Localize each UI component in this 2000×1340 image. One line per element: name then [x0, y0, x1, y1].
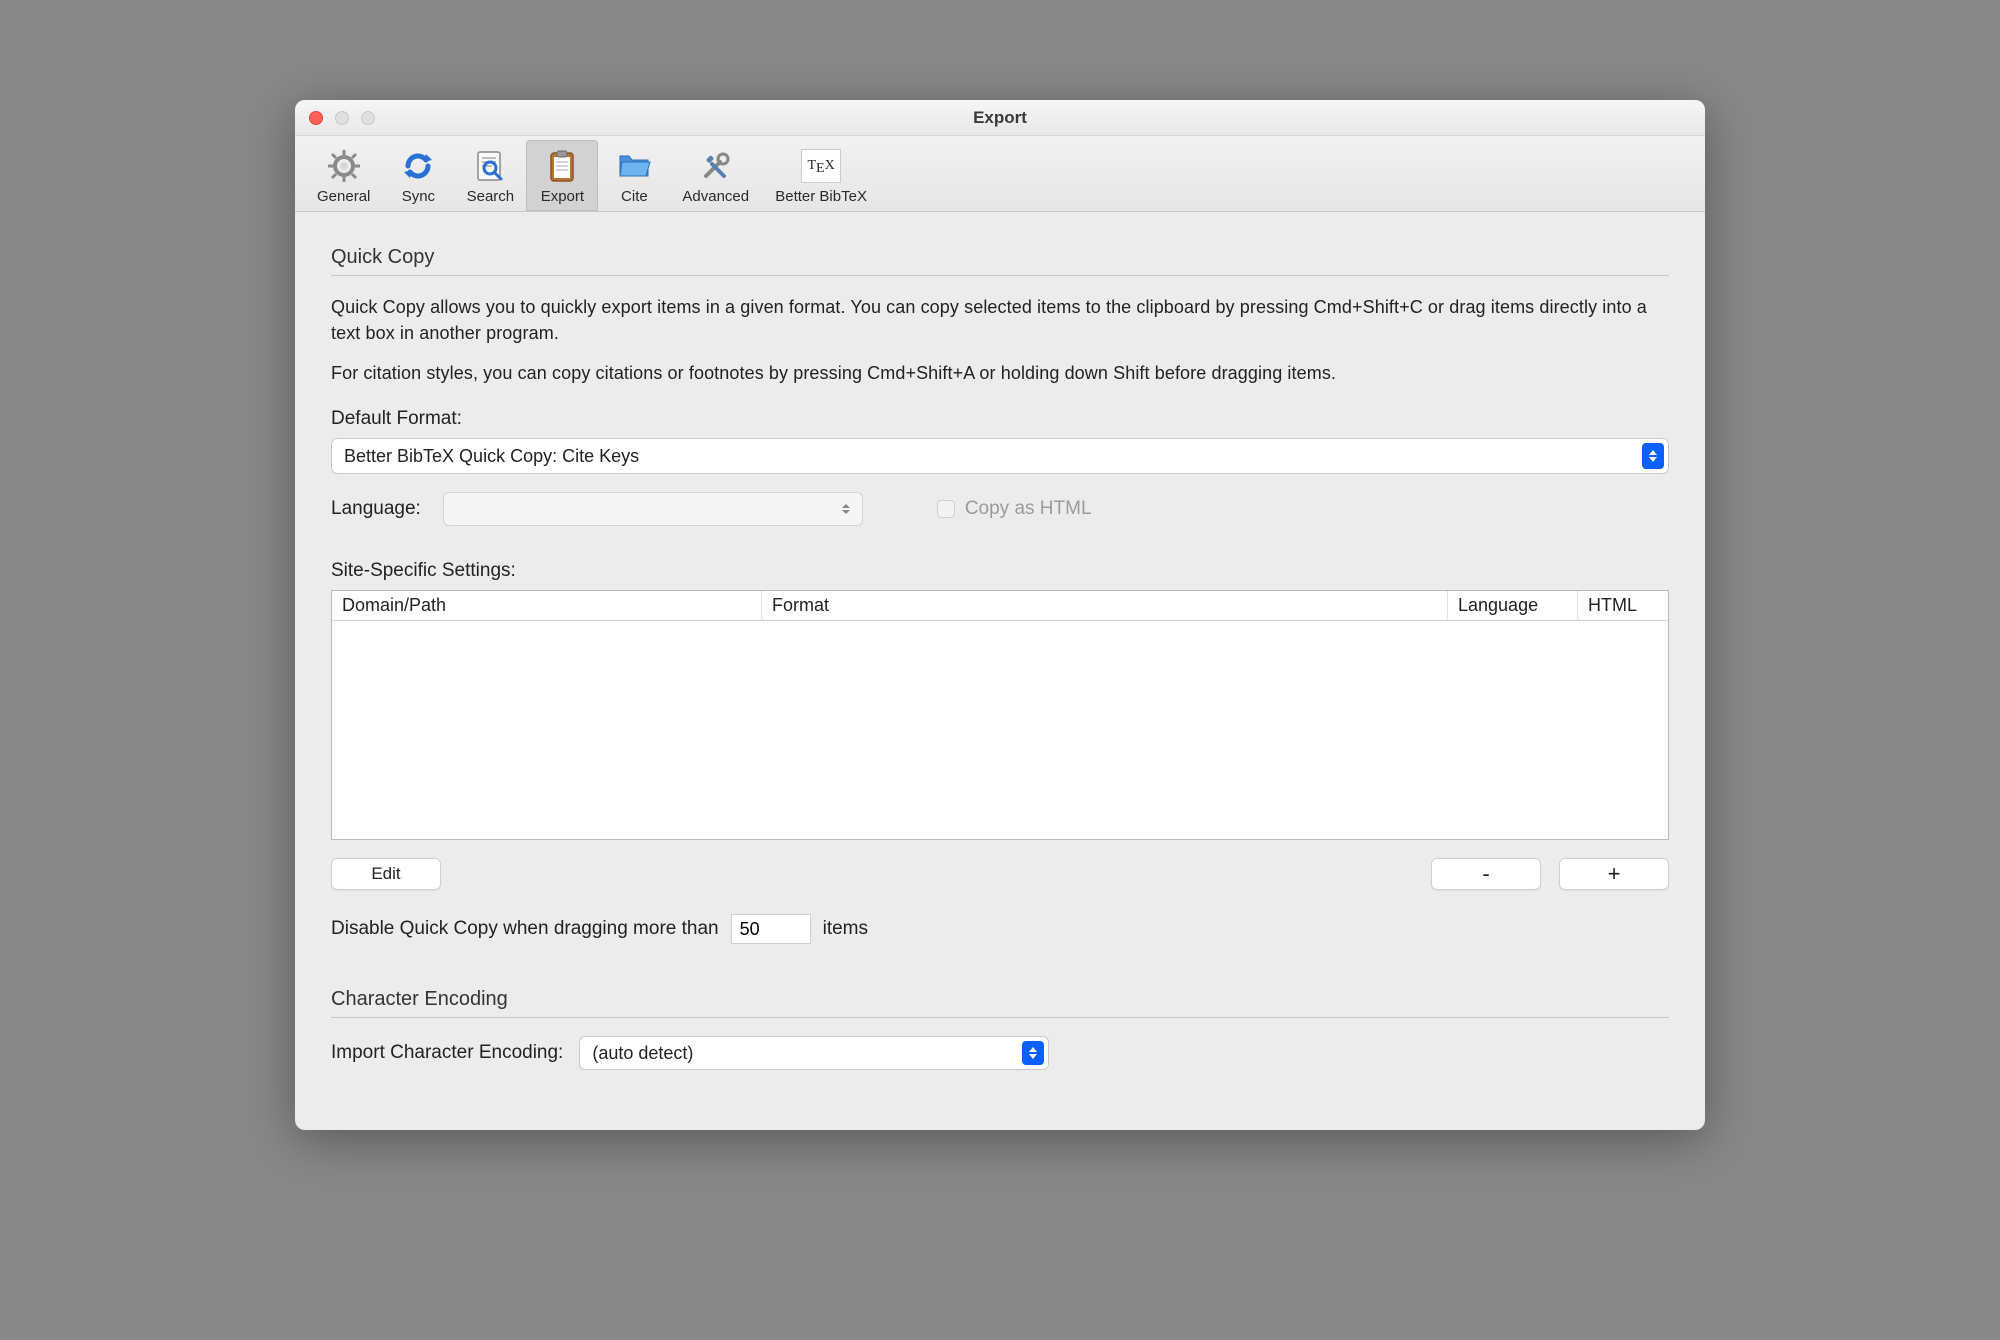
chevron-up-down-icon [1642, 443, 1664, 469]
language-label: Language: [331, 498, 421, 520]
copy-as-html-checkbox[interactable]: Copy as HTML [937, 498, 1092, 520]
folder-icon [614, 146, 654, 186]
quickcopy-description-1: Quick Copy allows you to quickly export … [331, 294, 1669, 346]
clipboard-icon [542, 146, 582, 186]
titlebar: Export [295, 100, 1705, 136]
tab-sync-label: Sync [402, 188, 435, 205]
import-encoding-label: Import Character Encoding: [331, 1042, 563, 1064]
column-html[interactable]: HTML [1578, 591, 1668, 620]
default-format-value: Better BibTeX Quick Copy: Cite Keys [344, 446, 639, 467]
column-domain[interactable]: Domain/Path [332, 591, 762, 620]
preferences-toolbar: General Sync [295, 136, 1705, 212]
disable-dragging-before: Disable Quick Copy when dragging more th… [331, 918, 719, 940]
site-settings-table[interactable]: Domain/Path Format Language HTML [331, 590, 1669, 840]
add-button[interactable]: + [1559, 858, 1669, 890]
window-title: Export [295, 108, 1705, 128]
quickcopy-section-header: Quick Copy [331, 246, 1669, 276]
tab-search[interactable]: Search [454, 140, 526, 211]
search-document-icon [470, 146, 510, 186]
checkbox-box [937, 500, 955, 518]
tab-export-label: Export [541, 188, 584, 205]
tab-advanced-label: Advanced [682, 188, 749, 205]
chevron-up-down-icon [838, 498, 854, 520]
tab-better-bibtex[interactable]: TEX Better BibTeX [761, 140, 881, 211]
gear-icon [324, 146, 364, 186]
tab-search-label: Search [467, 188, 515, 205]
tab-general[interactable]: General [305, 140, 382, 211]
tab-cite[interactable]: Cite [598, 140, 670, 211]
edit-button[interactable]: Edit [331, 858, 441, 890]
tab-cite-label: Cite [621, 188, 648, 205]
encoding-section-header: Character Encoding [331, 988, 1669, 1018]
column-format[interactable]: Format [762, 591, 1448, 620]
tex-icon: TEX [801, 146, 841, 186]
default-format-select[interactable]: Better BibTeX Quick Copy: Cite Keys [331, 438, 1669, 474]
import-encoding-select[interactable]: (auto detect) [579, 1036, 1049, 1070]
disable-dragging-after: items [823, 918, 868, 940]
tab-general-label: General [317, 188, 370, 205]
tab-advanced[interactable]: Advanced [670, 140, 761, 211]
column-language[interactable]: Language [1448, 591, 1578, 620]
tab-export[interactable]: Export [526, 140, 598, 211]
preferences-window: Export General [295, 100, 1705, 1130]
copy-as-html-label: Copy as HTML [965, 498, 1092, 520]
remove-button[interactable]: - [1431, 858, 1541, 890]
tools-icon [696, 146, 736, 186]
tab-sync[interactable]: Sync [382, 140, 454, 211]
default-format-label: Default Format: [331, 408, 1669, 430]
quickcopy-description-2: For citation styles, you can copy citati… [331, 360, 1669, 386]
sync-icon [398, 146, 438, 186]
table-header: Domain/Path Format Language HTML [332, 591, 1668, 621]
content-pane: Quick Copy Quick Copy allows you to quic… [295, 212, 1705, 1130]
chevron-up-down-icon [1022, 1041, 1044, 1065]
tab-better-bibtex-label: Better BibTeX [775, 188, 867, 205]
language-select[interactable] [443, 492, 863, 526]
site-settings-label: Site-Specific Settings: [331, 560, 1669, 582]
import-encoding-value: (auto detect) [592, 1043, 693, 1064]
disable-dragging-input[interactable] [731, 914, 811, 944]
